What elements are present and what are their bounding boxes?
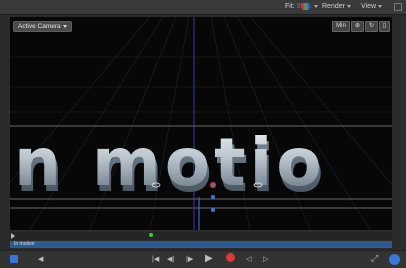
- canvas-viewport[interactable]: n motio n motio Active Camera Min ⊕ ↻ ▯: [10, 17, 392, 230]
- back-icon[interactable]: ◀: [38, 255, 43, 264]
- cycle-icon[interactable]: [389, 254, 400, 265]
- layout-icon[interactable]: [394, 3, 402, 11]
- loop-left-button[interactable]: ◁: [246, 255, 251, 264]
- camera-menu-label: Active Camera: [18, 23, 61, 30]
- fit-label: Fit:: [285, 3, 295, 10]
- view-menu[interactable]: View: [361, 2, 383, 12]
- loop-right-button[interactable]: ▷: [263, 255, 268, 264]
- play-button[interactable]: ▶: [205, 254, 213, 264]
- record-button[interactable]: [226, 253, 235, 262]
- next-frame-button[interactable]: |▶: [186, 255, 193, 264]
- chevron-down-icon: [314, 5, 318, 8]
- dolly-icon[interactable]: ▯: [379, 21, 390, 32]
- rotate-icon[interactable]: ↻: [365, 21, 378, 32]
- viewer-toolbar: Fit: 98% Render View: [0, 0, 406, 15]
- play-range-start-icon[interactable]: [11, 233, 15, 239]
- render-menu[interactable]: Render: [322, 2, 351, 12]
- chevron-down-icon: [378, 4, 383, 8]
- channels-icon[interactable]: [302, 3, 309, 10]
- previous-frame-button[interactable]: ◀|: [167, 255, 174, 264]
- timeline-track-bar[interactable]: In motion: [10, 241, 392, 248]
- transport-bar: ◀ |◀ ◀| |▶ ▶ ◁ ▷ ⤢: [0, 250, 406, 268]
- mini-timeline-ruler[interactable]: [10, 232, 392, 240]
- chevron-down-icon: [346, 4, 351, 8]
- go-to-start-button[interactable]: |◀: [152, 255, 159, 264]
- view-layout-button[interactable]: Min: [332, 21, 350, 32]
- 3d-view-tools: Min ⊕ ↻ ▯: [332, 21, 390, 32]
- 3d-grid: n motio n motio: [10, 17, 392, 230]
- 3d-text: n motio: [14, 124, 326, 201]
- playhead-marker[interactable]: [149, 233, 153, 237]
- 3d-text-object: n motio n motio: [14, 124, 326, 207]
- view-label: View: [361, 3, 377, 10]
- fullscreen-icon[interactable]: ⤢: [371, 254, 378, 263]
- camera-menu[interactable]: Active Camera: [13, 21, 72, 32]
- track-label: In motion: [14, 241, 35, 247]
- timeline-toggle-icon[interactable]: [10, 255, 18, 263]
- orbit-icon[interactable]: ⊕: [351, 21, 364, 32]
- chevron-down-icon: [62, 24, 67, 28]
- render-label: Render: [322, 3, 345, 10]
